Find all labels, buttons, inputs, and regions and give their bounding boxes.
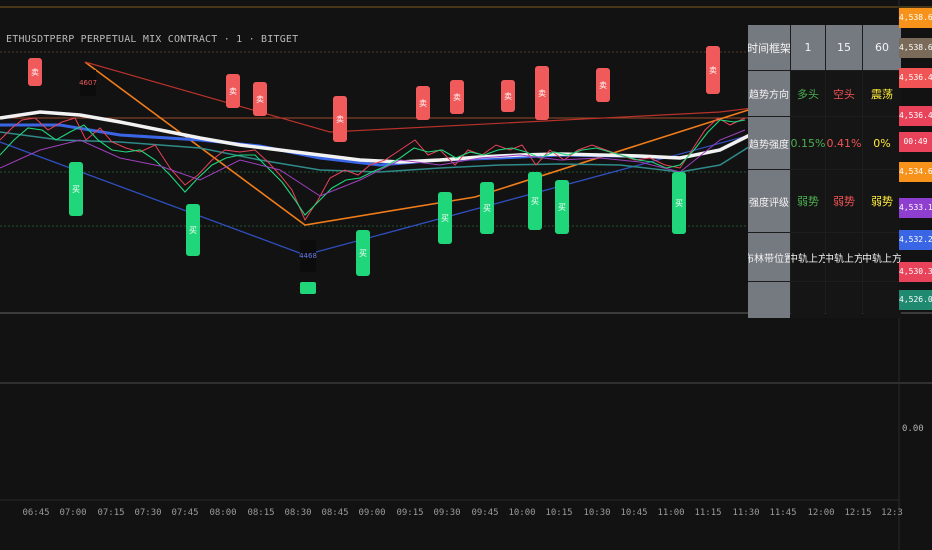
time-tick: 12:3: [881, 508, 903, 518]
table-header-15m: 15: [826, 25, 862, 70]
strength-rating-60m: 弱势: [863, 170, 901, 232]
time-tick: 08:30: [284, 508, 312, 518]
sell-signal-label: 卖: [535, 66, 549, 120]
sell-signal-label: 卖: [28, 58, 42, 86]
row-label-trend-direction: 趋势方向: [748, 71, 790, 116]
buy-signal-label: [300, 282, 316, 294]
sell-signal-label: 卖: [450, 80, 464, 114]
sell-signal-label: 卖: [706, 46, 720, 94]
buy-signal-label: 买: [480, 182, 494, 234]
time-tick: 09:00: [358, 508, 386, 518]
sell-signal-label: 卖: [226, 74, 240, 108]
trend-direction-15m: 空头: [826, 71, 862, 116]
price-tag: 4,536.41: [899, 106, 932, 126]
time-tick: 08:45: [321, 508, 349, 518]
buy-signal-label: 买: [186, 204, 200, 256]
trend-direction-1m: 多头: [791, 71, 825, 116]
time-tick: 07:45: [171, 508, 199, 518]
time-tick: 10:00: [508, 508, 536, 518]
table-footer-cell: [791, 282, 825, 318]
sell-signal-label: 卖: [333, 96, 347, 142]
price-tag: 4,533.14: [899, 198, 932, 218]
time-tick: 11:15: [694, 508, 722, 518]
sell-signal-label: 卖: [253, 82, 267, 116]
price-tag: 4,526.00: [899, 290, 932, 310]
price-tag: 4,538.68: [899, 8, 932, 28]
price-tag: 4,534.64: [899, 162, 932, 182]
table-footer-cell: [826, 282, 862, 318]
time-tick: 09:45: [471, 508, 499, 518]
time-tick: 07:30: [134, 508, 162, 518]
time-tick: 10:15: [545, 508, 573, 518]
bollinger-position-15m: 中轨上方: [826, 233, 862, 281]
buy-signal-label: 买: [672, 172, 686, 234]
time-tick: 11:45: [769, 508, 797, 518]
table-header-60m: 60: [863, 25, 901, 70]
buy-signal-label: 买: [528, 172, 542, 230]
time-tick: 12:00: [807, 508, 835, 518]
countdown-tag: 00:49: [899, 132, 932, 152]
price-marker-high: 4607: [79, 70, 97, 96]
buy-signal-label: 买: [438, 192, 452, 244]
table-footer-cell: [863, 282, 901, 318]
time-tick: 09:15: [396, 508, 424, 518]
time-tick: 08:15: [247, 508, 275, 518]
time-tick: 06:45: [22, 508, 50, 518]
row-label-strength-rating: 强度评级: [748, 170, 790, 232]
bollinger-position-60m: 中轨上方: [863, 233, 901, 281]
symbol-title: ETHUSDTPERP PERPETUAL MIX CONTRACT · 1 ·…: [6, 34, 299, 45]
strength-rating-1m: 弱势: [791, 170, 825, 232]
time-tick: 12:15: [844, 508, 872, 518]
price-tag: 4,538.68: [899, 38, 932, 58]
time-tick: 11:00: [657, 508, 685, 518]
trend-direction-60m: 震荡: [863, 71, 901, 116]
price-tag: 4,532.24: [899, 230, 932, 250]
time-tick: 10:30: [583, 508, 611, 518]
time-tick: 07:00: [59, 508, 87, 518]
mtf-status-table: 时间框架 1 15 60 趋势方向 多头 空头 震荡 趋势强度 0.15% 0.…: [748, 25, 901, 318]
time-tick: 10:45: [620, 508, 648, 518]
sell-signal-label: 卖: [596, 68, 610, 102]
price-marker-low: 4468: [299, 240, 317, 272]
table-footer-cell: [748, 282, 790, 318]
oscillator-zero-label: 0.00: [902, 424, 924, 434]
sell-signal-label: 卖: [501, 80, 515, 112]
strength-rating-15m: 弱势: [826, 170, 862, 232]
trend-strength-1m: 0.15%: [791, 117, 825, 169]
price-tag: 4,530.31: [899, 262, 932, 282]
time-axis[interactable]: 06:45 07:00 07:15 07:30 07:45 08:00 08:1…: [0, 508, 932, 528]
trend-strength-60m: 0%: [863, 117, 901, 169]
table-header-timeframe: 时间框架: [748, 25, 790, 70]
time-tick: 11:30: [732, 508, 760, 518]
buy-signal-label: 买: [555, 180, 569, 234]
trend-strength-15m: 0.41%: [826, 117, 862, 169]
table-header-1m: 1: [791, 25, 825, 70]
time-tick: 07:15: [97, 508, 125, 518]
price-tag: 4,536.47: [899, 68, 932, 88]
time-tick: 08:00: [209, 508, 237, 518]
sell-signal-label: 卖: [416, 86, 430, 120]
row-label-trend-strength: 趋势强度: [748, 117, 790, 169]
row-label-bollinger-position: 布林带位置: [748, 233, 790, 281]
buy-signal-label: 买: [356, 230, 370, 276]
price-axis[interactable]: 4,538.68 4,538.68 4,536.47 4,536.41 00:4…: [899, 0, 932, 310]
buy-signal-label: 买: [69, 162, 83, 216]
bollinger-position-1m: 中轨上方: [791, 233, 825, 281]
time-tick: 09:30: [433, 508, 461, 518]
